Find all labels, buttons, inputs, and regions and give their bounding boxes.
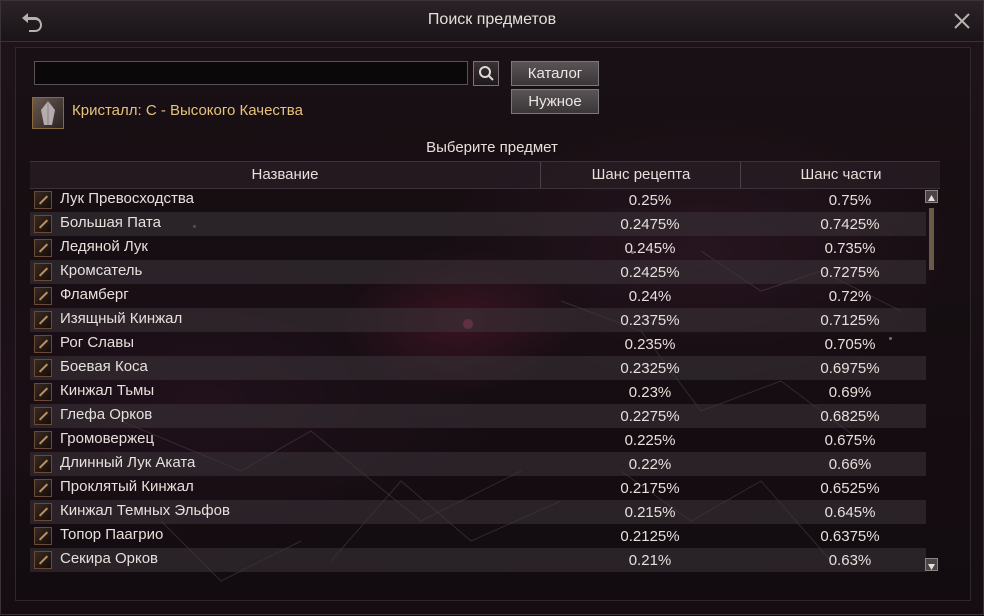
scroll-up-arrow-icon[interactable] bbox=[925, 190, 938, 203]
search-button[interactable] bbox=[473, 61, 499, 86]
table-row[interactable]: Боевая Коса 0.2325% 0.6975% bbox=[30, 356, 926, 380]
row-name: Боевая Коса bbox=[60, 358, 148, 375]
row-name: Лук Превосходства bbox=[60, 190, 194, 207]
table-row[interactable]: Громовержец 0.225% 0.675% bbox=[30, 428, 926, 452]
weapon-icon bbox=[34, 551, 52, 569]
table-row[interactable]: Проклятый Кинжал 0.2175% 0.6525% bbox=[30, 476, 926, 500]
row-recipe-chance: 0.2475% bbox=[620, 216, 680, 233]
table-row[interactable]: Большая Пата 0.2475% 0.7425% bbox=[30, 212, 926, 236]
weapon-icon bbox=[34, 311, 52, 329]
row-recipe-chance: 0.22% bbox=[628, 456, 672, 473]
weapon-icon bbox=[34, 455, 52, 473]
row-recipe-chance: 0.2125% bbox=[620, 528, 680, 545]
weapon-icon bbox=[34, 239, 52, 257]
row-name: Кинжал Тьмы bbox=[60, 382, 155, 399]
needed-button[interactable]: Нужное bbox=[511, 89, 599, 114]
weapon-icon bbox=[34, 191, 52, 209]
catalog-button[interactable]: Каталог bbox=[511, 61, 599, 86]
weapon-icon bbox=[34, 359, 52, 377]
weapon-icon bbox=[34, 215, 52, 233]
table-row[interactable]: Секира Орков 0.21% 0.63% bbox=[30, 548, 926, 572]
row-name: Секира Орков bbox=[60, 550, 159, 567]
row-name: Глефа Орков bbox=[60, 406, 153, 423]
row-name: Проклятый Кинжал bbox=[60, 478, 194, 495]
row-name: Рог Славы bbox=[60, 334, 135, 351]
table-row[interactable]: Рог Славы 0.235% 0.705% bbox=[30, 332, 926, 356]
weapon-icon bbox=[34, 383, 52, 401]
row-recipe-chance: 0.245% bbox=[624, 240, 676, 257]
weapon-icon bbox=[34, 503, 52, 521]
table-row[interactable]: Длинный Лук Аката 0.22% 0.66% bbox=[30, 452, 926, 476]
column-header-name[interactable]: Название bbox=[30, 166, 540, 183]
search-icon bbox=[479, 66, 494, 81]
table-row[interactable]: Глефа Орков 0.2275% 0.6825% bbox=[30, 404, 926, 428]
weapon-icon bbox=[34, 479, 52, 497]
row-name: Кромсатель bbox=[60, 262, 143, 279]
row-recipe-chance: 0.21% bbox=[628, 552, 672, 569]
row-recipe-chance: 0.2275% bbox=[620, 408, 680, 425]
table-row[interactable]: Лук Превосходства 0.25% 0.75% bbox=[30, 188, 926, 212]
column-header-part-chance[interactable]: Шанс части bbox=[740, 162, 941, 188]
weapon-icon bbox=[34, 335, 52, 353]
table-row[interactable]: Кромсатель 0.2425% 0.7275% bbox=[30, 260, 926, 284]
table-row[interactable]: Ледяной Лук 0.245% 0.735% bbox=[30, 236, 926, 260]
list-caption: Выберите предмет bbox=[426, 139, 558, 156]
scroll-thumb[interactable] bbox=[929, 208, 934, 270]
row-recipe-chance: 0.25% bbox=[628, 192, 672, 209]
table-row[interactable]: Фламберг 0.24% 0.72% bbox=[30, 284, 926, 308]
row-recipe-chance: 0.23% bbox=[628, 384, 672, 401]
scroll-down-arrow-icon[interactable] bbox=[925, 558, 938, 571]
selected-item-name: Кристалл: C - Высокого Качества bbox=[72, 102, 303, 119]
weapon-icon bbox=[34, 527, 52, 545]
row-name: Громовержец bbox=[60, 430, 155, 447]
search-input[interactable] bbox=[34, 61, 468, 85]
table-row[interactable]: Кинжал Темных Эльфов 0.215% 0.645% bbox=[30, 500, 926, 524]
row-name: Фламберг bbox=[60, 286, 129, 303]
row-recipe-chance: 0.225% bbox=[624, 432, 676, 449]
crystal-icon bbox=[32, 97, 64, 129]
row-name: Кинжал Темных Эльфов bbox=[60, 502, 230, 519]
weapon-icon bbox=[34, 407, 52, 425]
close-icon[interactable] bbox=[951, 10, 973, 32]
row-name: Длинный Лук Аката bbox=[60, 454, 196, 471]
row-recipe-chance: 0.2175% bbox=[620, 480, 680, 497]
column-header-recipe-chance[interactable]: Шанс рецепта bbox=[540, 162, 741, 188]
weapon-icon bbox=[34, 431, 52, 449]
weapon-icon bbox=[34, 263, 52, 281]
row-recipe-chance: 0.215% bbox=[624, 504, 676, 521]
title-bar: Поиск предметов bbox=[1, 1, 983, 42]
item-search-window: Поиск предметов Каталог Нужное Кристалл:… bbox=[0, 0, 984, 615]
row-name: Изящный Кинжал bbox=[60, 310, 183, 327]
table-header: Название Шанс рецепта Шанс части bbox=[30, 161, 940, 189]
row-recipe-chance: 0.24% bbox=[628, 288, 672, 305]
window-title: Поиск предметов bbox=[427, 11, 557, 28]
row-recipe-chance: 0.2375% bbox=[620, 312, 680, 329]
weapon-icon bbox=[34, 287, 52, 305]
item-list: Лук Превосходства 0.25% 0.75% Большая Па… bbox=[30, 188, 926, 572]
table-row[interactable]: Топор Паагрио 0.2125% 0.6375% bbox=[30, 524, 926, 548]
table-row[interactable]: Изящный Кинжал 0.2375% 0.7125% bbox=[30, 308, 926, 332]
row-name: Топор Паагрио bbox=[60, 526, 164, 543]
row-recipe-chance: 0.2325% bbox=[620, 360, 680, 377]
list-scrollbar[interactable] bbox=[925, 188, 939, 573]
row-recipe-chance: 0.235% bbox=[624, 336, 676, 353]
row-name: Ледяной Лук bbox=[60, 238, 148, 255]
row-name: Большая Пата bbox=[60, 214, 161, 231]
row-recipe-chance: 0.2425% bbox=[620, 264, 680, 281]
table-row[interactable]: Кинжал Тьмы 0.23% 0.69% bbox=[30, 380, 926, 404]
